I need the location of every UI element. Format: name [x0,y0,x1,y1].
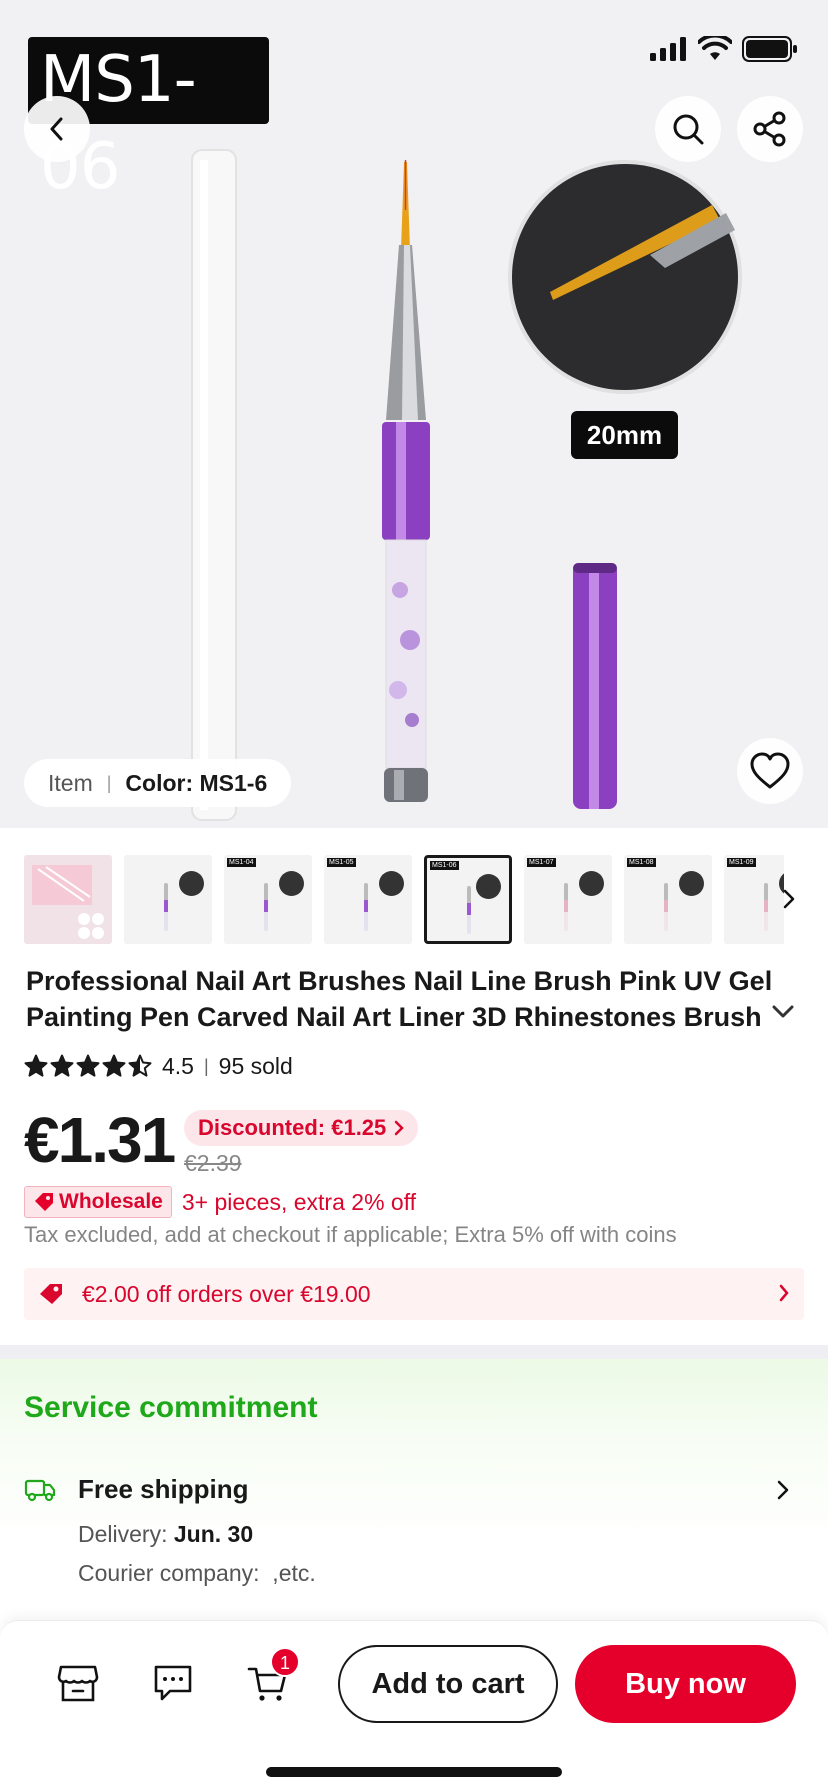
wholesale-text: 3+ pieces, extra 2% off [181,1188,417,1215]
thumbnail-zoom-circle [179,871,204,896]
share-icon [753,111,786,147]
chevron-right-icon[interactable] [776,1479,790,1501]
thumbnail-strip[interactable]: MS1-04 MS1-05 MS1-06 MS1-07 MS1-08 MS1-0… [24,855,784,944]
thumbnail-7[interactable]: MS1-09 [724,855,784,944]
thumbnail-pen [164,883,168,931]
service-commitment-section: Service commitment Free shipping Deliver… [0,1359,828,1621]
wifi-icon [698,36,732,60]
thumbnail-1[interactable] [124,855,212,944]
thumbnail-pen [664,883,668,931]
home-indicator[interactable] [266,1767,562,1777]
heart-icon [750,752,790,789]
section-divider [0,1345,828,1359]
thumbnail-pen [264,883,268,931]
search-icon [673,114,704,145]
thumbnail-pen [467,886,471,934]
cart-count-badge: 1 [270,1647,300,1677]
add-to-cart-button[interactable]: Add to cart [338,1645,558,1723]
delivery-date: Jun. 30 [173,1521,254,1547]
coupon-tag-icon [40,1284,62,1304]
sold-count: 95 sold [218,1052,293,1079]
courier-info: Courier company: ,etc. [78,1560,316,1586]
discount-text: Discounted: €1.25 [198,1115,387,1140]
product-image-gallery[interactable]: MS1-06 20mm Item | Color: MS1-6 [0,0,828,828]
thumbnail-pen [364,883,368,931]
chevron-left-icon [50,117,63,141]
thumbnail-label: MS1-09 [727,858,756,867]
cellular-signal-icon [650,37,686,61]
tag-icon [35,1193,53,1211]
thumbnail-label: MS1-07 [527,858,556,867]
store-icon [57,1665,99,1702]
pill-separator: | [106,772,112,793]
star-full-icon [102,1054,126,1077]
thumbnail-zoom-circle [379,871,404,896]
status-bar [0,0,828,100]
wholesale-row: Wholesale 3+ pieces, extra 2% off [24,1185,416,1219]
chevron-down-icon [772,1005,794,1018]
wishlist-button[interactable] [737,738,803,804]
thumbnails-next-button[interactable] [776,884,802,914]
color-label: Color: MS1-6 [125,769,268,796]
rating-value: 4.5 [162,1052,194,1079]
back-button[interactable] [24,96,90,162]
thumbnail-2[interactable]: MS1-04 [224,855,312,944]
star-full-icon [24,1054,48,1077]
free-shipping-title[interactable]: Free shipping [78,1474,248,1505]
tax-note: Tax excluded, add at checkout if applica… [24,1222,677,1247]
size-tag: 20mm [571,411,678,459]
truck-icon [24,1479,56,1502]
chevron-right-icon [779,1284,789,1302]
rating-row[interactable]: 4.5 | 95 sold [24,1050,293,1082]
chat-icon [154,1665,192,1701]
thumbnail-label: MS1-04 [227,858,256,867]
bottom-action-bar: 1 Add to cart Buy now [0,1620,828,1792]
service-title: Service commitment [24,1391,318,1424]
search-button[interactable] [655,96,721,162]
coupon-text: €2.00 off orders over €19.00 [82,1280,371,1307]
delivery-row: Delivery: Jun. 30 [78,1521,253,1548]
thumbnail-label: MS1-06 [430,861,459,870]
thumbnail-3[interactable]: MS1-05 [324,855,412,944]
thumbnail-label: MS1-05 [327,858,356,867]
thumbnail-pen [564,883,568,931]
delivery-label: Delivery: [78,1521,168,1547]
thumbnail-zoom-circle [476,874,501,899]
rating-separator: | [203,1055,209,1076]
item-color-pill[interactable]: Item | Color: MS1-6 [24,759,292,807]
expand-title-button[interactable] [770,1003,800,1033]
coupon-banner[interactable]: €2.00 off orders over €19.00 [24,1268,804,1320]
thumbnail-5[interactable]: MS1-07 [524,855,612,944]
star-full-icon [76,1054,100,1077]
chevron-right-icon [783,889,795,909]
star-half-icon [128,1054,152,1077]
item-label: Item [48,769,93,796]
star-full-icon [50,1054,74,1077]
thumbnail-4[interactable]: MS1-06 [424,855,512,944]
thumbnail-pen [764,883,768,931]
discount-pill[interactable]: Discounted: €1.25 [184,1110,419,1146]
message-button[interactable] [149,1659,197,1707]
share-button[interactable] [737,96,803,162]
thumbnail-zoom-circle [679,871,704,896]
original-price: €2.39 [184,1150,242,1176]
rating-stars [24,1054,152,1078]
wholesale-badge-label: Wholesale [59,1190,163,1213]
thumbnail-zoom-circle [279,871,304,896]
product-title: Professional Nail Art Brushes Nail Line … [26,966,773,1032]
chevron-right-icon [395,1120,405,1136]
store-button[interactable] [54,1659,102,1707]
thumbnail-image [32,865,104,939]
current-price: €1.31 [24,1104,176,1176]
wholesale-badge: Wholesale [24,1186,172,1218]
thumbnail-0[interactable] [24,855,112,944]
buy-now-button[interactable]: Buy now [575,1645,796,1723]
battery-icon [742,36,797,62]
thumbnail-6[interactable]: MS1-08 [624,855,712,944]
thumbnail-label: MS1-08 [627,858,656,867]
thumbnail-zoom-circle [579,871,604,896]
